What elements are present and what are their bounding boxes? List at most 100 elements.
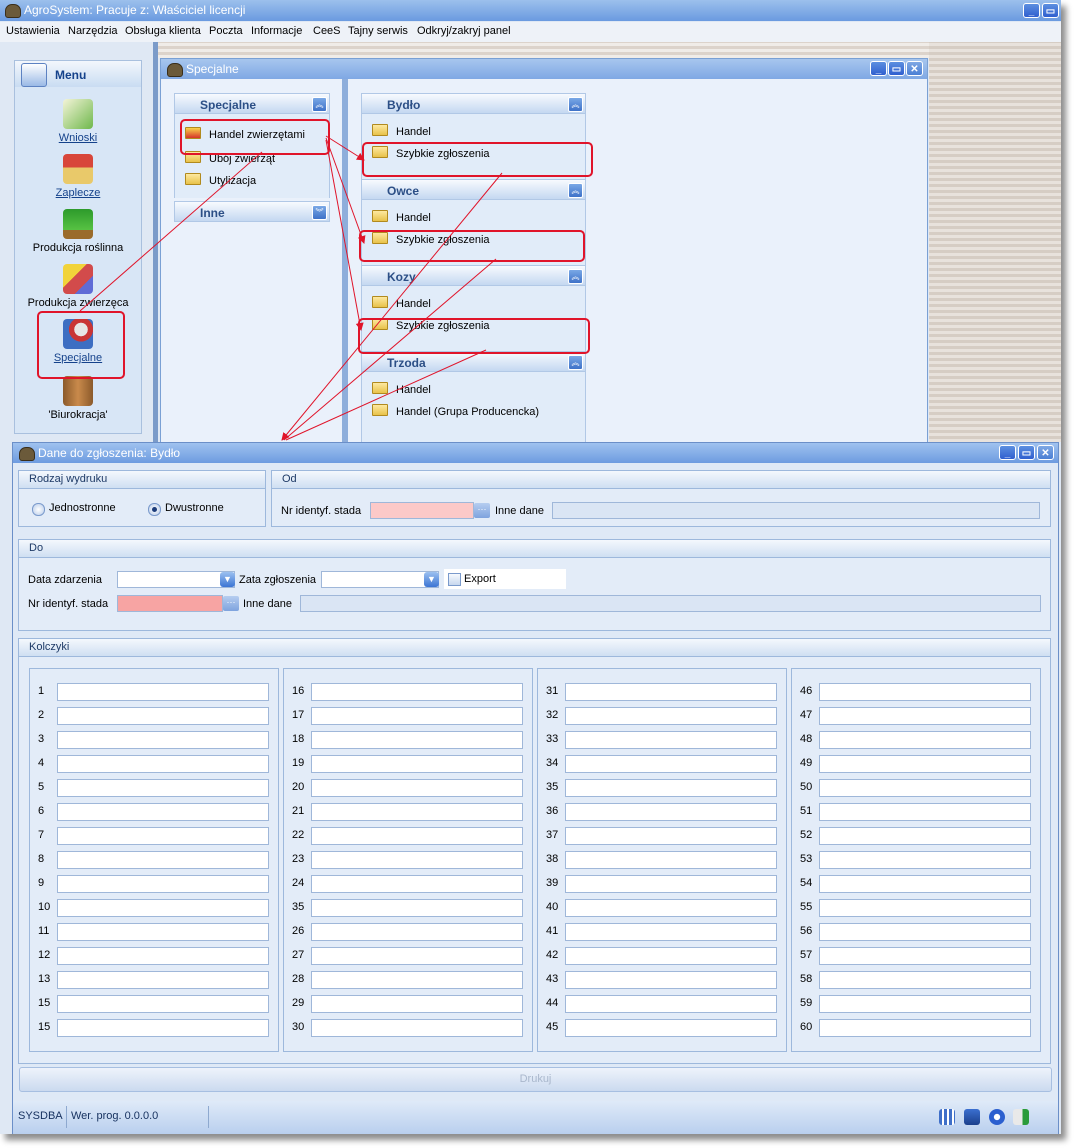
drukuj-button[interactable]: Drukuj bbox=[19, 1067, 1052, 1092]
kolczyk-input[interactable] bbox=[57, 947, 269, 965]
kolczyk-input[interactable] bbox=[819, 803, 1031, 821]
kolczyk-input[interactable] bbox=[57, 731, 269, 749]
od-nr-stada-input[interactable] bbox=[370, 502, 474, 519]
minimize-button[interactable]: _ bbox=[1023, 3, 1040, 18]
kolczyk-input[interactable] bbox=[57, 923, 269, 941]
list-item-handel-grupa[interactable]: Handel (Grupa Producencka) bbox=[372, 404, 539, 418]
exit-icon[interactable] bbox=[1013, 1109, 1029, 1125]
menu-cees[interactable]: CeeS bbox=[313, 25, 341, 37]
list-item-utylizacja[interactable]: Utylizacja bbox=[185, 173, 256, 187]
kolczyk-input[interactable] bbox=[311, 1019, 523, 1037]
minimize-button[interactable]: _ bbox=[999, 445, 1016, 460]
kolczyk-input[interactable] bbox=[565, 683, 777, 701]
kolczyk-input[interactable] bbox=[57, 899, 269, 917]
kolczyk-input[interactable] bbox=[819, 1019, 1031, 1037]
kolczyk-input[interactable] bbox=[57, 683, 269, 701]
kolczyk-input[interactable] bbox=[819, 755, 1031, 773]
kolczyk-input[interactable] bbox=[565, 899, 777, 917]
chevron-down-icon[interactable]: ▼ bbox=[220, 572, 235, 587]
kolczyk-input[interactable] bbox=[57, 971, 269, 989]
kolczyk-input[interactable] bbox=[819, 947, 1031, 965]
kolczyk-input[interactable] bbox=[565, 803, 777, 821]
kolczyk-input[interactable] bbox=[57, 995, 269, 1013]
expand-down-icon[interactable]: ︾ bbox=[312, 205, 327, 220]
kolczyk-input[interactable] bbox=[565, 1019, 777, 1037]
kolczyk-input[interactable] bbox=[565, 923, 777, 941]
kolczyk-input[interactable] bbox=[311, 923, 523, 941]
collapse-up-icon[interactable]: ︽ bbox=[568, 269, 583, 284]
kolczyk-input[interactable] bbox=[565, 779, 777, 797]
kolczyk-input[interactable] bbox=[565, 707, 777, 725]
nav-item-produkcja-roslinna[interactable]: Produkcja roślinna bbox=[15, 209, 141, 254]
kolczyk-input[interactable] bbox=[565, 827, 777, 845]
database-icon[interactable] bbox=[964, 1109, 980, 1125]
kolczyk-input[interactable] bbox=[819, 923, 1031, 941]
kolczyk-input[interactable] bbox=[311, 755, 523, 773]
list-item-handel[interactable]: Handel bbox=[372, 124, 431, 138]
collapse-up-icon[interactable]: ︽ bbox=[312, 97, 327, 112]
kolczyk-input[interactable] bbox=[57, 755, 269, 773]
kolczyk-input[interactable] bbox=[565, 947, 777, 965]
kolczyk-input[interactable] bbox=[819, 827, 1031, 845]
kolczyk-input[interactable] bbox=[819, 851, 1031, 869]
nav-item-zaplecze[interactable]: Zaplecze bbox=[15, 154, 141, 199]
menu-informacje[interactable]: Informacje bbox=[251, 25, 302, 37]
kolczyk-input[interactable] bbox=[311, 875, 523, 893]
chevron-down-icon[interactable]: ▼ bbox=[424, 572, 439, 587]
grid-icon[interactable] bbox=[939, 1109, 955, 1125]
menu-obsluga-klienta[interactable]: Obsługa klienta bbox=[125, 25, 201, 37]
kolczyk-input[interactable] bbox=[311, 803, 523, 821]
collapse-up-icon[interactable]: ︽ bbox=[568, 183, 583, 198]
kolczyk-input[interactable] bbox=[819, 899, 1031, 917]
maximize-button[interactable]: ▭ bbox=[1018, 445, 1035, 460]
kolczyk-input[interactable] bbox=[57, 1019, 269, 1037]
kolczyk-input[interactable] bbox=[565, 755, 777, 773]
nav-item-biurokracja[interactable]: 'Biurokracja' bbox=[15, 376, 141, 421]
export-checkbox[interactable] bbox=[448, 573, 461, 586]
kolczyk-input[interactable] bbox=[819, 683, 1031, 701]
do-nr-stada-input[interactable] bbox=[117, 595, 223, 612]
gear-icon[interactable] bbox=[989, 1109, 1005, 1125]
kolczyk-input[interactable] bbox=[819, 731, 1031, 749]
restore-button[interactable]: ▭ bbox=[1042, 3, 1059, 18]
kolczyk-input[interactable] bbox=[311, 995, 523, 1013]
group-header-owce[interactable]: Owce ︽ bbox=[361, 179, 586, 200]
kolczyk-input[interactable] bbox=[565, 875, 777, 893]
kolczyk-input[interactable] bbox=[311, 947, 523, 965]
kolczyk-input[interactable] bbox=[57, 779, 269, 797]
group-header-bydlo[interactable]: Bydło ︽ bbox=[361, 93, 586, 114]
close-button[interactable]: ✕ bbox=[1037, 445, 1054, 460]
kolczyk-input[interactable] bbox=[311, 971, 523, 989]
kolczyk-input[interactable] bbox=[311, 851, 523, 869]
menu-narzedzia[interactable]: Narzędzia bbox=[68, 25, 118, 37]
kolczyk-input[interactable] bbox=[311, 707, 523, 725]
list-item-handel[interactable]: Handel bbox=[372, 210, 431, 224]
menu-poczta[interactable]: Poczta bbox=[209, 25, 243, 37]
kolczyk-input[interactable] bbox=[565, 851, 777, 869]
kolczyk-input[interactable] bbox=[311, 731, 523, 749]
kolczyk-input[interactable] bbox=[57, 827, 269, 845]
kolczyk-input[interactable] bbox=[57, 875, 269, 893]
kolczyk-input[interactable] bbox=[57, 707, 269, 725]
kolczyk-input[interactable] bbox=[565, 731, 777, 749]
kolczyk-input[interactable] bbox=[565, 971, 777, 989]
kolczyk-input[interactable] bbox=[819, 875, 1031, 893]
do-inne-dane-input[interactable] bbox=[300, 595, 1041, 612]
kolczyk-input[interactable] bbox=[311, 827, 523, 845]
group-header-trzoda[interactable]: Trzoda ︽ bbox=[361, 351, 586, 372]
maximize-button[interactable]: ▭ bbox=[888, 61, 905, 76]
menu-ustawienia[interactable]: Ustawienia bbox=[6, 25, 60, 37]
menu-odkryj-panel[interactable]: Odkryj/zakryj panel bbox=[417, 25, 511, 37]
minimize-button[interactable]: _ bbox=[870, 61, 887, 76]
ellipsis-button[interactable]: ··· bbox=[223, 596, 239, 611]
kolczyk-input[interactable] bbox=[819, 971, 1031, 989]
ellipsis-button[interactable]: ··· bbox=[474, 503, 490, 518]
kolczyk-input[interactable] bbox=[311, 899, 523, 917]
radio-dwustronne[interactable] bbox=[148, 503, 161, 516]
nav-item-produkcja-zwierzeca[interactable]: Produkcja zwierzęca bbox=[15, 264, 141, 309]
kolczyk-input[interactable] bbox=[57, 851, 269, 869]
kolczyk-input[interactable] bbox=[57, 803, 269, 821]
group-header-specjalne[interactable]: Specjalne ︽ bbox=[174, 93, 330, 114]
group-header-inne[interactable]: Inne ︾ bbox=[174, 201, 330, 222]
collapse-up-icon[interactable]: ︽ bbox=[568, 97, 583, 112]
